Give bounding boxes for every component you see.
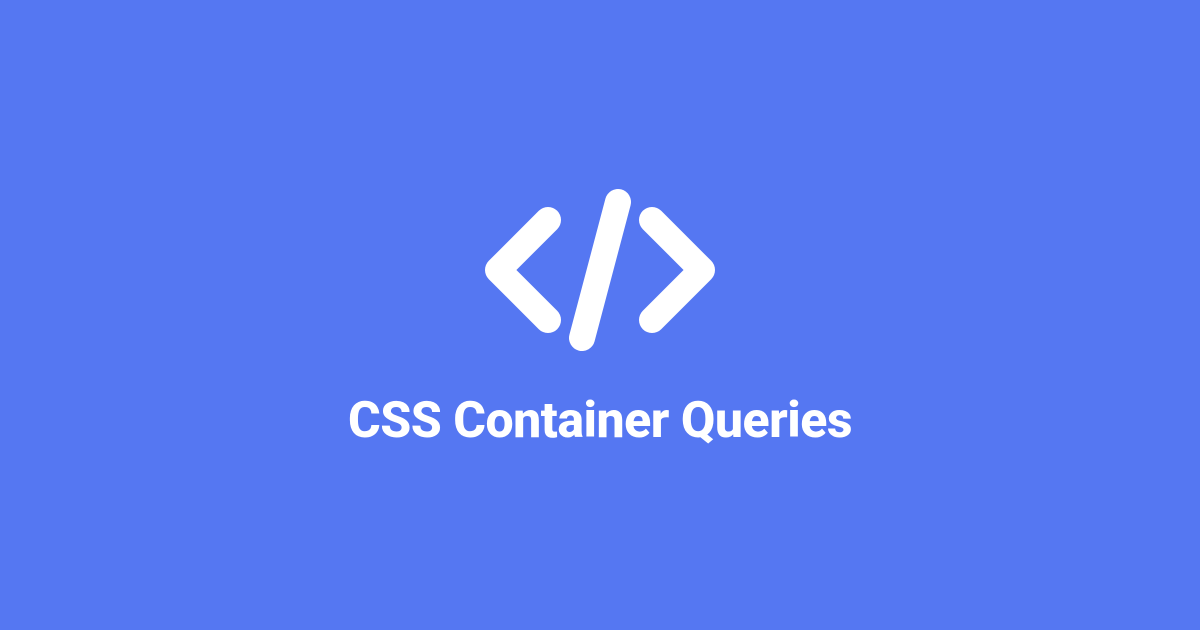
code-icon: [470, 180, 730, 364]
page-title: CSS Container Queries: [348, 392, 852, 450]
